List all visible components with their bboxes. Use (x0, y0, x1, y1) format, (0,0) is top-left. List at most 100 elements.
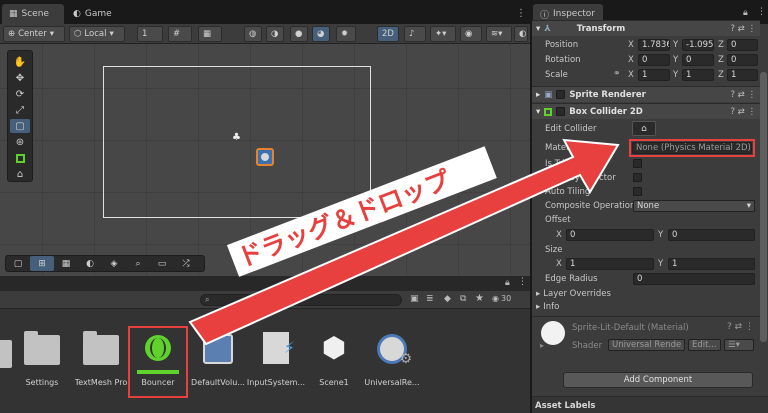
rotate-tile-icon[interactable]: ◐ (78, 256, 102, 271)
edit-shader-label: Edit... (692, 340, 717, 350)
audio-button[interactable]: ♪ (404, 26, 426, 42)
increment-snap-button[interactable]: ▦ (198, 26, 222, 42)
position-x-field[interactable]: 1.7836 (638, 39, 670, 51)
component-menu-icons[interactable]: ? ⇄ ⋮ (727, 322, 754, 332)
constrain-link-icon[interactable]: ⚭ (613, 69, 621, 79)
bouncer-sprite[interactable] (256, 148, 274, 166)
info-row[interactable]: ▸ Info (533, 300, 761, 314)
more-menu-icon[interactable]: ⋮ (518, 277, 527, 287)
layer-overrides-row[interactable]: ▸ Layer Overrides (533, 287, 761, 301)
pivot-dropdown[interactable]: ⊕ Center ▾ (3, 26, 65, 42)
mode-2d-button[interactable]: 2D (377, 26, 399, 42)
edit-collider-button[interactable]: ⌂ (632, 121, 656, 136)
is-trigger-checkbox[interactable] (633, 159, 642, 168)
rect-select-icon[interactable]: ▢ (6, 256, 30, 271)
position-y-field[interactable]: -1.095 (682, 39, 714, 51)
shader-options-button[interactable]: ☰▾ (724, 339, 754, 351)
filter-list-icon[interactable]: ≣ (426, 294, 434, 304)
asset-scene1[interactable]: ⬢ Scene1 (302, 322, 366, 402)
tab-game[interactable]: ◐ Game (66, 4, 126, 24)
snap-value: 1 (142, 29, 148, 39)
shading-button[interactable]: ● (290, 26, 308, 42)
add-component-button[interactable]: Add Component (563, 372, 753, 388)
rotate-tool-icon[interactable]: ⟳ (10, 87, 30, 101)
gizmos-button[interactable]: ◐ (514, 26, 528, 42)
component-menu-icons[interactable]: ? ⇄ ⋮ (730, 90, 756, 100)
expand-arrow-icon: ▾ (536, 23, 541, 34)
asset-defaultvolume[interactable]: DefaultVolu... (186, 322, 250, 402)
visibility-button[interactable]: ◉ (460, 26, 482, 42)
gizmo-icon: ◐ (519, 29, 527, 39)
package-icon[interactable]: ⧉ (460, 294, 466, 304)
box-collider-header[interactable]: ▾ Box Collider 2D ? ⇄ ⋮ (532, 103, 760, 119)
more-menu-icon[interactable]: ⋮ (757, 7, 766, 17)
shader-dropdown[interactable]: Universal Rende (608, 339, 685, 351)
lighting-button[interactable]: ✹ (336, 26, 356, 42)
lock-icon[interactable]: 🔒︎ (743, 8, 748, 18)
offset-y-field[interactable]: 0 (668, 229, 755, 241)
gizmo-sphere-button[interactable]: ◑ (266, 26, 284, 42)
divider (532, 316, 760, 317)
scale-y-field[interactable]: 1 (682, 69, 714, 81)
component-menu-icons[interactable]: ? ⇄ ⋮ (730, 107, 756, 117)
effects-button[interactable]: ✦▾ (430, 26, 456, 42)
composite-operation-dropdown[interactable]: None ▾ (633, 200, 755, 212)
grid-snap-button[interactable]: # (168, 26, 192, 42)
transform-header[interactable]: ▾ ⅄ Transform ? ⇄ ⋮ (532, 20, 760, 36)
edit-shader-button[interactable]: Edit... (688, 339, 721, 351)
box-collider-enabled-checkbox[interactable] (556, 107, 566, 116)
size-y-field[interactable]: 1 (668, 258, 755, 270)
auto-tiling-checkbox[interactable] (633, 187, 642, 196)
unlit-button[interactable]: ◕ (312, 26, 330, 42)
star-icon[interactable]: ★ (475, 293, 484, 304)
rotation-x-field[interactable]: 0 (638, 54, 670, 66)
hidden-count[interactable]: ◉ 30 (492, 294, 511, 303)
snap-value-field[interactable]: 1 (137, 26, 163, 42)
scene-view[interactable]: ♣ (0, 44, 530, 276)
rotation-y-field[interactable]: 0 (682, 54, 714, 66)
offset-x-field[interactable]: 0 (566, 229, 654, 241)
tab-game-label: Game (84, 9, 112, 19)
sprite-renderer-enabled-checkbox[interactable] (556, 90, 566, 99)
asset-universalrenderer[interactable]: ⚙ UniversalRe... (360, 322, 424, 402)
move-tool-icon[interactable]: ✥ (10, 71, 30, 85)
rect-tool-icon[interactable]: ▢ (10, 119, 30, 133)
material-object-field[interactable]: None (Physics Material 2D) (632, 142, 752, 154)
size-x-field[interactable]: 1 (566, 258, 654, 270)
scale-x-field[interactable]: 1 (638, 69, 670, 81)
asset-textmesh-pro[interactable]: TextMesh Pro (69, 322, 133, 402)
search-input[interactable]: ⌕ (200, 294, 402, 306)
box-icon[interactable]: ▭ (150, 256, 174, 271)
edge-radius-field[interactable]: 0 (633, 273, 755, 285)
scale-z-field[interactable]: 1 (727, 69, 758, 81)
asset-inputsystem[interactable]: ⚡ InputSystem... (244, 322, 308, 402)
shuffle-icon[interactable]: ⤮ (174, 256, 198, 271)
asset-bouncer[interactable]: Bouncer (126, 322, 190, 402)
filter-type-icon[interactable]: ▣ (410, 294, 419, 304)
lock-icon[interactable]: 🔒︎ (505, 278, 510, 288)
rotation-z-field[interactable]: 0 (727, 54, 758, 66)
asset-settings[interactable]: Settings (10, 322, 74, 402)
more-menu-icon[interactable]: ⋮ (516, 8, 526, 19)
move-tile-icon[interactable]: ⊞ (30, 256, 54, 271)
space-dropdown[interactable]: ⬡ Local ▾ (69, 26, 125, 42)
paint-grid-icon[interactable]: ▦ (54, 256, 78, 271)
tag-icon[interactable]: ◆ (444, 294, 451, 304)
component-menu-icons[interactable]: ? ⇄ ⋮ (730, 24, 756, 34)
inspector-scrollbar[interactable] (760, 72, 767, 342)
zoom-icon[interactable]: ⌕ (126, 256, 150, 271)
collider-edit-tool-icon[interactable] (10, 151, 30, 165)
transform-tool-icon[interactable]: ⊛ (10, 135, 30, 149)
edit-collider-label: Edit Collider (545, 124, 597, 134)
tab-scene[interactable]: ▦ Scene (2, 4, 64, 24)
scale-tool-icon[interactable]: ⤢ (10, 103, 30, 117)
sprite-renderer-header[interactable]: ▸ ▣ Sprite Renderer ? ⇄ ⋮ (532, 86, 760, 102)
used-by-effector-checkbox[interactable] (633, 173, 642, 182)
hand-tool-icon[interactable]: ✋ (10, 55, 30, 69)
layers-button[interactable]: ≋▾ (486, 26, 512, 42)
custom-tool-icon[interactable]: ⌂ (10, 167, 30, 181)
position-z-field[interactable]: 0 (727, 39, 758, 51)
is-trigger-row: Is Trigger (533, 157, 761, 171)
layer-tile-icon[interactable]: ◈ (102, 256, 126, 271)
orientation-button[interactable]: ◍ (244, 26, 262, 42)
